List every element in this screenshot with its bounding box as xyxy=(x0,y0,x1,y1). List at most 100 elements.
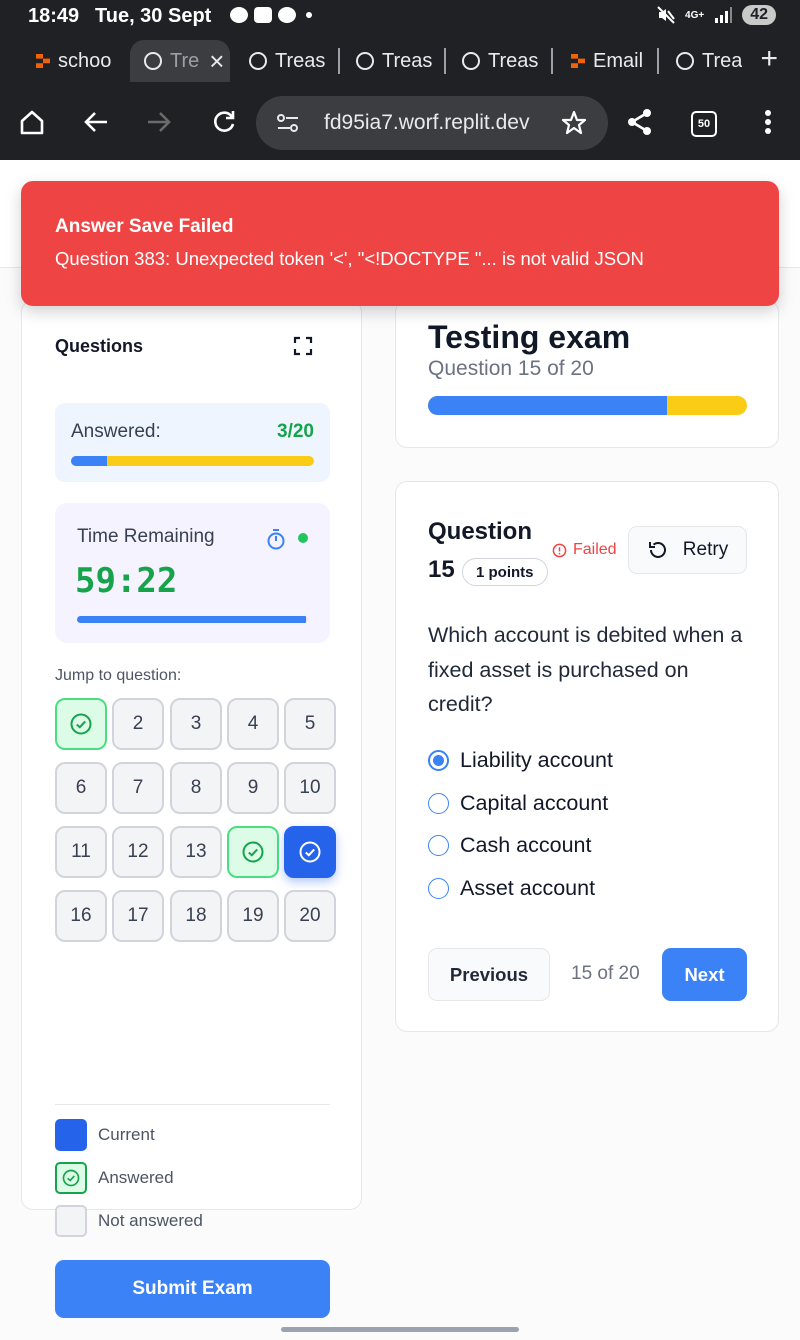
question-jump-button-12[interactable]: 12 xyxy=(112,826,164,878)
browser-tab[interactable]: schoo xyxy=(36,40,126,82)
legend-not-answered-label: Not answered xyxy=(98,1211,203,1230)
exam-progress-bar xyxy=(428,396,747,415)
answer-option[interactable]: Cash account xyxy=(428,833,591,858)
previous-button[interactable]: Previous xyxy=(428,948,550,1001)
question-jump-button-14[interactable] xyxy=(227,826,279,878)
back-button[interactable] xyxy=(78,104,114,140)
next-button[interactable]: Next xyxy=(662,948,747,1001)
fullscreen-icon[interactable] xyxy=(293,336,313,356)
bookmark-star-icon[interactable] xyxy=(561,110,587,136)
answer-option[interactable]: Liability account xyxy=(428,748,613,773)
question-jump-button-5[interactable]: 5 xyxy=(284,698,336,750)
question-jump-button-19[interactable]: 19 xyxy=(227,890,279,942)
time-remaining-value: 59:22 xyxy=(75,561,178,601)
question-jump-button-18[interactable]: 18 xyxy=(170,890,222,942)
forward-button[interactable] xyxy=(141,104,177,140)
question-jump-button-4[interactable]: 4 xyxy=(227,698,279,750)
radio-button[interactable] xyxy=(428,793,449,814)
question-jump-button-20[interactable]: 20 xyxy=(284,890,336,942)
question-number: 15 xyxy=(428,556,455,583)
browser-tab[interactable]: Email xyxy=(571,40,649,82)
answer-option-label: Cash account xyxy=(460,833,592,857)
tab-switcher-button[interactable]: 50 xyxy=(691,111,717,137)
answered-progress-bar xyxy=(71,456,314,466)
status-date: Tue, 30 Sept xyxy=(95,5,212,27)
close-tab-icon[interactable]: × xyxy=(209,46,224,77)
time-progress-fill xyxy=(77,616,306,623)
tab-title: Treas xyxy=(488,49,539,72)
legend-current-label: Current xyxy=(98,1125,155,1144)
replit-icon xyxy=(36,54,50,68)
url-text: fd95ia7.worf.replit.dev xyxy=(324,111,530,134)
home-button[interactable] xyxy=(14,104,50,140)
tab-separator xyxy=(444,48,446,74)
timer-active-indicator xyxy=(298,533,308,543)
stopwatch-icon xyxy=(267,529,285,550)
browser-tab[interactable]: Treas xyxy=(356,40,436,82)
home-icon xyxy=(20,110,44,135)
radio-button[interactable] xyxy=(428,878,449,899)
question-jump-button-6[interactable]: 6 xyxy=(55,762,107,814)
error-toast[interactable]: Answer Save Failed Question 383: Unexpec… xyxy=(21,181,779,306)
toast-message: Question 383: Unexpected token '<', "<!D… xyxy=(55,248,644,269)
address-bar[interactable]: fd95ia7.worf.replit.dev xyxy=(256,96,608,150)
submit-exam-button[interactable]: Submit Exam xyxy=(55,1260,330,1318)
question-jump-button-9[interactable]: 9 xyxy=(227,762,279,814)
answer-option[interactable]: Capital account xyxy=(428,791,608,816)
radio-button[interactable] xyxy=(428,750,449,771)
exam-header-card: Testing exam Question 15 of 20 xyxy=(395,300,779,448)
exam-title: Testing exam xyxy=(428,319,631,355)
answer-option[interactable]: Asset account xyxy=(428,876,595,901)
share-icon xyxy=(628,109,651,135)
question-jump-button-15[interactable] xyxy=(284,826,336,878)
question-jump-button-7[interactable]: 7 xyxy=(112,762,164,814)
alert-circle-icon xyxy=(552,543,567,557)
retry-button[interactable]: Retry xyxy=(628,526,747,574)
site-settings-icon[interactable] xyxy=(276,112,300,134)
question-jump-button-16[interactable]: 16 xyxy=(55,890,107,942)
browser-tab-active[interactable]: Tre × xyxy=(130,40,230,82)
tab-separator xyxy=(657,48,659,74)
question-jump-button-10[interactable]: 10 xyxy=(284,762,336,814)
question-jump-button-13[interactable]: 13 xyxy=(170,826,222,878)
gesture-home-indicator xyxy=(281,1327,519,1332)
points-badge: 1 points xyxy=(462,558,548,586)
signal-icon xyxy=(715,7,733,23)
tab-title: Treas xyxy=(382,49,433,72)
arrow-left-icon xyxy=(84,112,107,132)
browser-tab[interactable]: Treas xyxy=(249,40,329,82)
tab-title: Trea xyxy=(702,49,742,72)
question-jump-button-3[interactable]: 3 xyxy=(170,698,222,750)
question-card: Question 15 1 points Failed Retry Which … xyxy=(395,481,779,1032)
browser-tab[interactable]: Trea xyxy=(676,40,742,82)
globe-icon xyxy=(356,52,374,70)
tab-title: Email xyxy=(593,49,644,72)
legend-not-answered: Not answered xyxy=(55,1205,203,1237)
time-remaining-label: Time Remaining xyxy=(77,526,215,547)
question-jump-button-11[interactable]: 11 xyxy=(55,826,107,878)
reload-button[interactable] xyxy=(206,104,242,140)
question-jump-button-1[interactable] xyxy=(55,698,107,750)
question-jump-button-8[interactable]: 8 xyxy=(170,762,222,814)
browser-tab[interactable]: Treas xyxy=(462,40,542,82)
browser-tab-strip: schoo Tre × Treas Treas Treas Email Trea… xyxy=(0,34,800,86)
app-notification-icon xyxy=(278,7,296,23)
toast-title: Answer Save Failed xyxy=(55,216,234,237)
reload-icon xyxy=(214,111,235,132)
question-text: Which account is debited when a fixed as… xyxy=(428,623,743,716)
mute-icon xyxy=(657,6,675,24)
radio-button[interactable] xyxy=(428,835,449,856)
globe-icon xyxy=(462,52,480,70)
share-button[interactable] xyxy=(622,104,658,140)
retry-icon xyxy=(648,541,666,558)
question-jump-button-2[interactable]: 2 xyxy=(112,698,164,750)
question-heading: Question xyxy=(428,518,533,545)
tab-title: schoo xyxy=(58,49,112,72)
menu-button[interactable] xyxy=(750,104,786,140)
save-status-label: Failed xyxy=(573,541,617,558)
time-progress-bar xyxy=(77,616,308,623)
new-tab-icon[interactable]: + xyxy=(760,42,778,76)
legend-divider xyxy=(55,1104,330,1105)
check-circle-icon xyxy=(70,713,92,735)
question-jump-button-17[interactable]: 17 xyxy=(112,890,164,942)
